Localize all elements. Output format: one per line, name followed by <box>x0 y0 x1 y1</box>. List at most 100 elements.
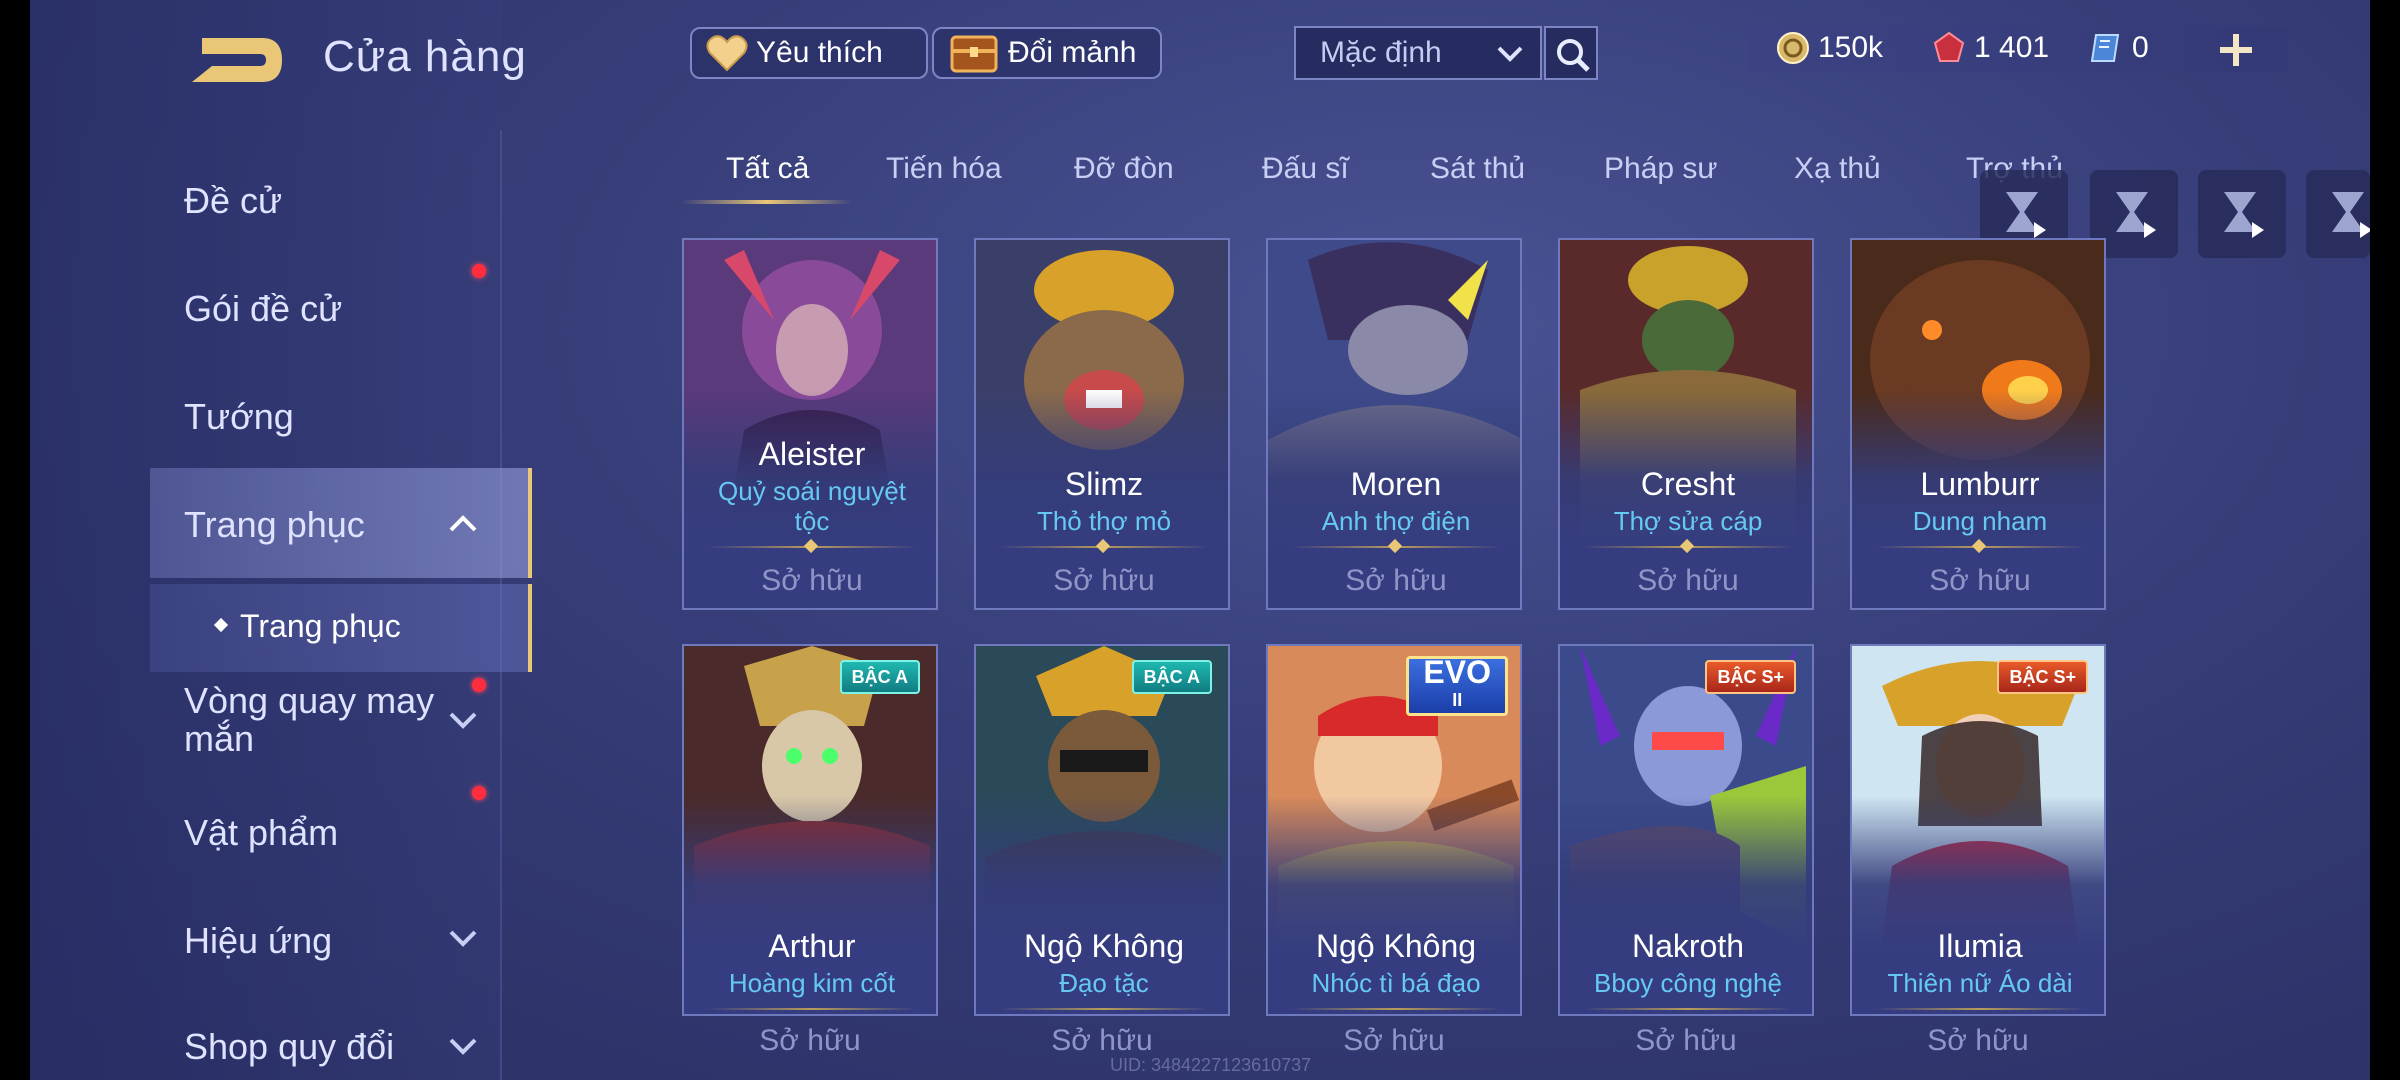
notification-dot <box>472 678 486 692</box>
search-button[interactable] <box>1544 26 1598 80</box>
owned-status: Sở hữu <box>1637 564 1739 597</box>
skin-card-arthur[interactable]: BẬC A Arthur Hoàng kim cốt <box>682 644 938 1016</box>
skin-card-ilumia[interactable]: BẬC S+ Ilumia Thiên nữ Áo dài <box>1850 644 2106 1016</box>
hero-name: Cresht <box>1640 466 1736 502</box>
owned-status: Sở hữu <box>1051 1024 1153 1057</box>
tab-active-underline <box>682 200 852 204</box>
sidebar-item-lucky-wheel[interactable]: Vòng quay may mắn <box>184 682 454 758</box>
owned-status: Sở hữu <box>1635 1024 1737 1057</box>
gold-amount: 150k <box>1818 31 1884 64</box>
skin-name: Nhóc tì bá đạo <box>1311 968 1481 998</box>
skin-card-moren[interactable]: Moren Anh thợ điện Sở hữu <box>1266 238 1522 610</box>
favorites-button[interactable]: Yêu thích <box>690 27 928 79</box>
hero-name: Aleister <box>758 436 866 472</box>
hero-name: Slimz <box>1064 466 1144 502</box>
tab-marksman[interactable]: Xạ thủ <box>1794 152 1881 186</box>
skin-name: Thiên nữ Áo dài <box>1887 968 2073 998</box>
add-currency-button[interactable] <box>2214 28 2258 72</box>
hero-name: Lumburr <box>1920 466 2040 502</box>
owned-status: Sở hữu <box>759 1024 861 1057</box>
tab-fighter[interactable]: Đấu sĩ <box>1262 152 1349 186</box>
sort-dropdown[interactable]: Mặc định <box>1294 26 1542 80</box>
skin-card-slimz[interactable]: Slimz Thỏ thợ mỏ Sở hữu <box>974 238 1230 610</box>
sidebar-subitem-skins[interactable]: Trang phục <box>240 608 401 645</box>
sidebar-item-exchange-shop[interactable]: Shop quy đổi <box>184 1026 394 1068</box>
sidebar-item-items[interactable]: Vật phẩm <box>184 812 338 854</box>
timer-button-4[interactable] <box>2306 170 2370 258</box>
evo-badge: EVO II <box>1406 656 1508 716</box>
hero-name: Nakroth <box>1631 928 1745 964</box>
card-divider <box>1000 1008 1208 1010</box>
skin-name: Dung nham <box>1912 506 2048 536</box>
chevron-down-icon[interactable] <box>448 928 478 948</box>
chevron-down-icon[interactable] <box>448 1036 478 1056</box>
tab-all[interactable]: Tất cả <box>726 152 809 186</box>
chevron-up-icon[interactable] <box>448 514 478 534</box>
tier-badge: BẬC S+ <box>1705 660 1796 694</box>
chevron-down-icon[interactable] <box>448 710 478 730</box>
back-arrow-icon <box>192 38 282 82</box>
sidebar-item-recommended[interactable]: Đề cử <box>184 180 282 222</box>
notification-dot <box>472 264 486 278</box>
owned-status: Sở hữu <box>1345 564 1447 597</box>
chest-icon <box>950 35 998 73</box>
voucher-icon <box>2090 34 2120 62</box>
ruby-icon <box>1933 31 1965 62</box>
page-title: Cửa hàng <box>323 32 527 81</box>
skin-card-cresht[interactable]: Cresht Thợ sửa cáp Sở hữu <box>1558 238 1814 610</box>
shard-exchange-button[interactable]: Đổi mảnh <box>932 27 1162 79</box>
hero-name: Arthur <box>768 928 856 964</box>
tab-mage[interactable]: Pháp sư <box>1604 152 1717 186</box>
owned-status: Sở hữu <box>1929 564 2031 597</box>
skin-name: Bboy công nghệ <box>1594 968 1782 998</box>
owned-status: Sở hữu <box>761 564 863 597</box>
gold-coin-icon <box>1777 32 1809 64</box>
skin-name: Anh thợ điện <box>1321 506 1471 536</box>
ruby-amount: 1 401 <box>1974 31 2050 64</box>
plus-icon <box>2220 34 2252 66</box>
back-button[interactable] <box>182 30 292 90</box>
ruby-currency: 1 401 <box>1932 31 2049 65</box>
favorites-label: Yêu thích <box>756 36 883 69</box>
card-divider <box>1584 1008 1792 1010</box>
skin-card-ngo-khong-nhoc-ti[interactable]: EVO II Ngộ Không Nhóc tì bá đạo <box>1266 644 1522 1016</box>
skin-card-aleister[interactable]: Aleister Quỷ soái nguyệt tộc Sở hữu <box>682 238 938 610</box>
hero-name: Ngộ Không <box>1315 928 1477 964</box>
sidebar-item-heroes[interactable]: Tướng <box>184 396 294 438</box>
ticket-currency: 0 <box>2090 31 2149 65</box>
sidebar-item-skins[interactable]: Trang phục <box>184 504 365 546</box>
hourglass-play-icon <box>2116 192 2156 238</box>
skin-name: Đạo tặc <box>1059 968 1149 998</box>
timer-button-3[interactable] <box>2198 170 2286 258</box>
chevron-down-icon <box>1497 46 1523 62</box>
sidebar-item-effects[interactable]: Hiệu ứng <box>184 920 332 962</box>
hourglass-play-icon <box>2006 192 2046 238</box>
shard-exchange-label: Đổi mảnh <box>1008 36 1137 69</box>
skin-card-nakroth[interactable]: BẬC S+ Nakroth Bboy công nghệ <box>1558 644 1814 1016</box>
skin-name: Quỷ soái nguyệt tộc <box>718 476 906 536</box>
tab-evolution[interactable]: Tiến hóa <box>886 152 1002 186</box>
hero-name: Moren <box>1350 466 1442 502</box>
gold-currency: 150k <box>1776 31 1883 65</box>
owned-status: Sở hữu <box>1343 1024 1445 1057</box>
skin-card-ngo-khong-dao-tac[interactable]: BẬC A Ngộ Không Đạo tặc <box>974 644 1230 1016</box>
evo-badge-label: EVO <box>1423 654 1491 690</box>
tab-assassin[interactable]: Sát thủ <box>1430 152 1525 186</box>
owned-status: Sở hữu <box>1927 1024 2029 1057</box>
uid-watermark: UID: 3484227123610737 <box>1110 1055 1312 1075</box>
ticket-amount: 0 <box>2132 31 2149 64</box>
shop-screen: Cửa hàng Yêu thích Đổi mảnh Mặc định 150… <box>30 0 2370 1080</box>
sidebar-item-bundles[interactable]: Gói đề cử <box>184 288 342 330</box>
hero-name: Ngộ Không <box>1023 928 1185 964</box>
tab-tank[interactable]: Đỡ đòn <box>1074 152 1174 186</box>
hourglass-play-icon <box>2332 192 2370 238</box>
tier-badge: BẬC S+ <box>1997 660 2088 694</box>
hero-name: Ilumia <box>1937 928 2023 964</box>
skin-name: Thợ sửa cáp <box>1613 506 1763 536</box>
search-icon <box>1557 39 1590 72</box>
skin-card-lumburr[interactable]: Lumburr Dung nham Sở hữu <box>1850 238 2106 610</box>
card-divider <box>1876 1008 2084 1010</box>
notification-dot <box>472 786 486 800</box>
card-divider <box>708 1008 916 1010</box>
sort-selected-value: Mặc định <box>1320 36 1442 69</box>
